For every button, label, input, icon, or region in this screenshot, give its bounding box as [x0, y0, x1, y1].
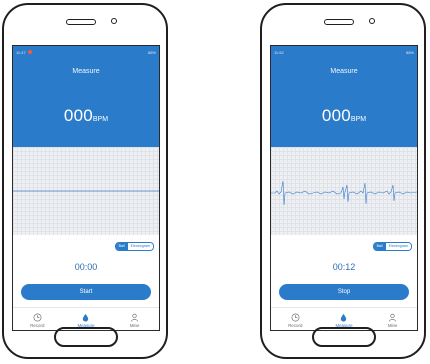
tab-mine[interactable]: Mine	[115, 313, 155, 330]
timer: 00:00	[74, 262, 98, 272]
bpm-value: 000	[321, 106, 351, 125]
bpm-readout: 000BPM	[271, 106, 417, 126]
header: 11:52 88% Measure 000BPM	[271, 46, 417, 147]
tab-mine-label: Mine	[129, 323, 140, 328]
bpm-unit: BPM	[92, 116, 109, 123]
tab-record-label: Record	[288, 323, 303, 328]
drop-icon	[83, 313, 89, 322]
status-time: 11:52	[274, 49, 284, 55]
bpm-value: 000	[63, 106, 93, 125]
status-time: 11:47	[16, 49, 26, 55]
ecg-waveform	[271, 180, 417, 206]
earpiece	[324, 19, 354, 25]
status-battery: 88%	[147, 49, 156, 55]
tab-record-label: Record	[30, 323, 45, 328]
earpiece	[66, 19, 96, 25]
notification-dot-icon	[27, 50, 32, 54]
start-button[interactable]: Start	[21, 284, 151, 300]
toggle-ball[interactable]: Ball	[115, 243, 128, 250]
tab-mine[interactable]: Mine	[373, 313, 413, 330]
toggle-ball[interactable]: Ball	[373, 243, 386, 250]
home-button[interactable]	[312, 327, 376, 347]
view-toggle[interactable]: Ball Electrogram	[114, 242, 154, 251]
ecg-grid	[13, 147, 159, 235]
tab-mine-label: Mine	[387, 323, 398, 328]
status-battery: 88%	[405, 49, 414, 55]
tab-record[interactable]: Record	[275, 313, 315, 330]
clock-icon	[33, 313, 42, 322]
phone-right: 11:52 88% Measure 000BPM Ball Electrogra…	[260, 3, 426, 359]
bpm-readout: 000BPM	[13, 106, 159, 126]
bpm-unit: BPM	[350, 116, 367, 123]
screenshot-stage: 11:47 88% Measure 000BPM Ball Electrogra…	[0, 0, 430, 364]
clock-icon	[291, 313, 300, 322]
status-bar: 11:47 88%	[16, 49, 156, 55]
page-title: Measure	[72, 68, 100, 75]
ecg-grid	[271, 147, 417, 235]
home-button[interactable]	[54, 327, 118, 347]
person-icon	[131, 313, 139, 322]
header: 11:47 88% Measure 000BPM	[13, 46, 159, 147]
app-screen: 11:52 88% Measure 000BPM Ball Electrogra…	[270, 45, 418, 331]
drop-icon	[341, 313, 347, 322]
person-icon	[389, 313, 397, 322]
front-camera	[369, 18, 375, 24]
tab-record[interactable]: Record	[17, 313, 57, 330]
phone-left: 11:47 88% Measure 000BPM Ball Electrogra…	[2, 3, 168, 359]
status-bar: 11:52 88%	[274, 49, 414, 55]
front-camera	[111, 18, 117, 24]
flat-waveform	[13, 190, 159, 192]
toggle-electrogram[interactable]: Electrogram	[385, 243, 411, 250]
view-toggle[interactable]: Ball Electrogram	[372, 242, 412, 251]
page-title: Measure	[330, 68, 358, 75]
toggle-electrogram[interactable]: Electrogram	[127, 243, 153, 250]
stop-button[interactable]: Stop	[279, 284, 409, 300]
app-screen: 11:47 88% Measure 000BPM Ball Electrogra…	[12, 45, 160, 331]
timer: 00:12	[332, 262, 356, 272]
